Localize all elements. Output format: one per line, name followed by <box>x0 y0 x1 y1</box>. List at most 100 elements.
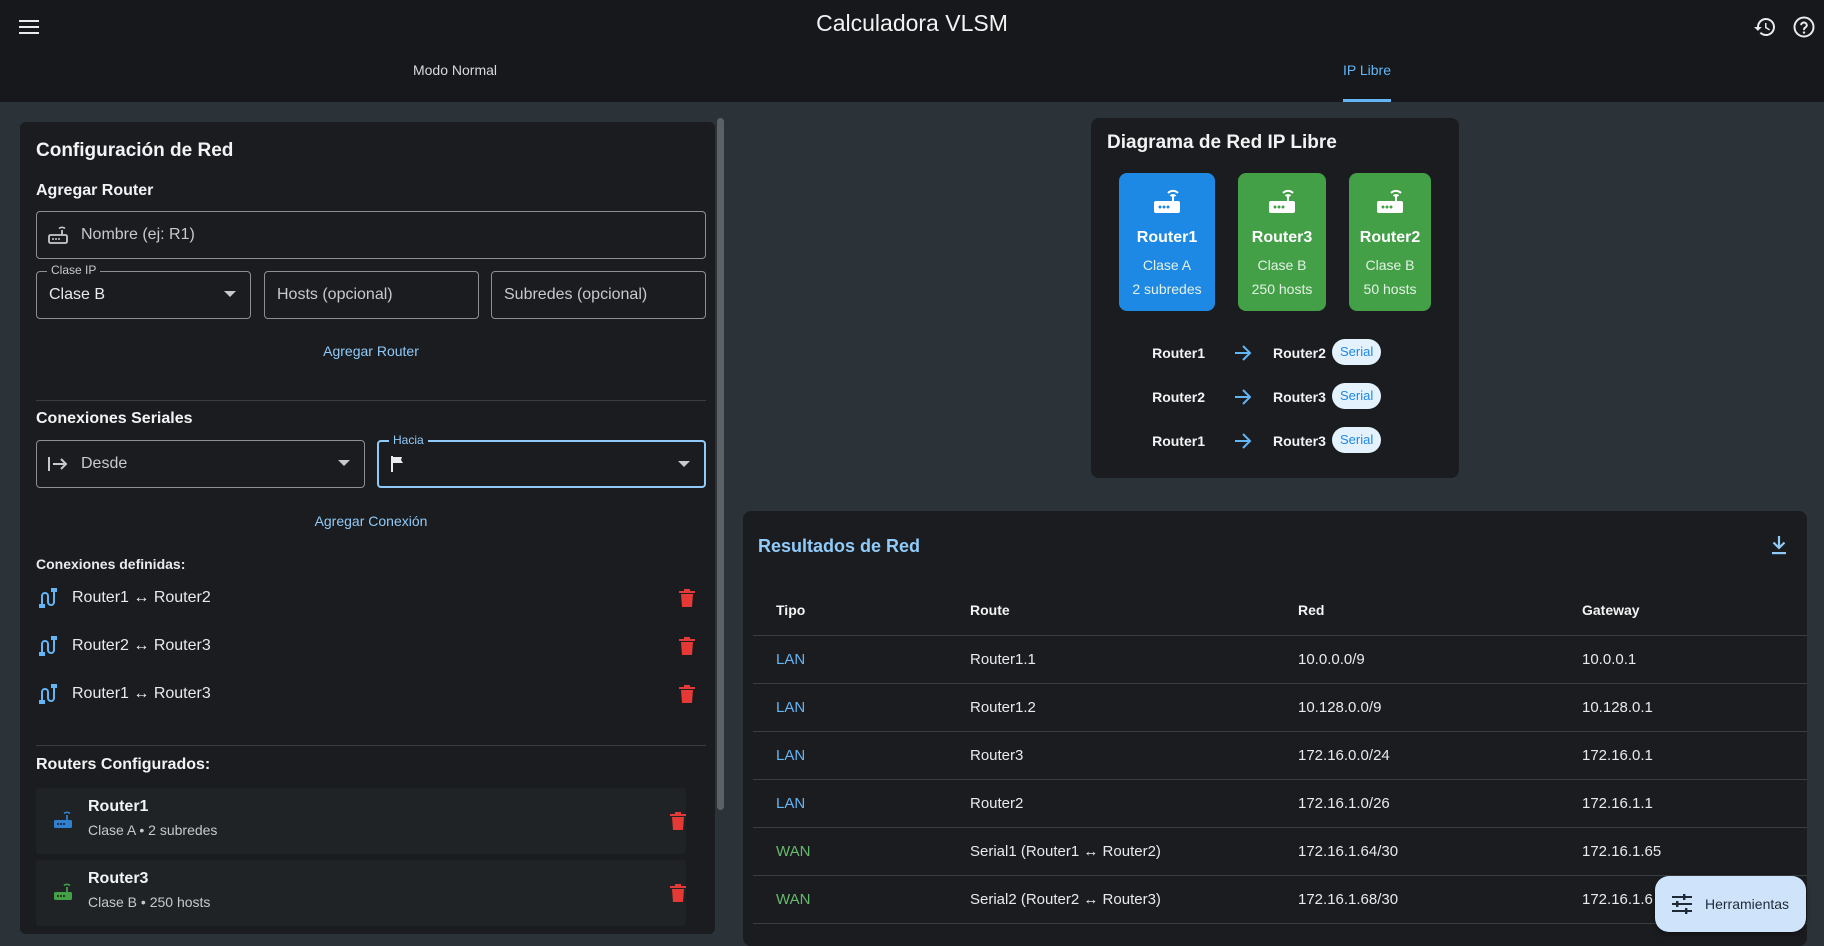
cell-network: 172.16.1.0/26 <box>1298 795 1390 812</box>
config-title: Configuración de Red <box>36 140 234 161</box>
delete-icon[interactable] <box>675 586 699 610</box>
cell-type: LAN <box>776 699 806 716</box>
link-type-chip: Serial <box>1332 339 1382 365</box>
ip-class-label: Clase IP <box>47 263 101 277</box>
add-connection-button[interactable]: Agregar Conexión <box>36 513 706 529</box>
divider <box>36 745 706 746</box>
ip-class-select[interactable]: Clase IP Clase B <box>36 263 251 319</box>
node-info: 50 hosts <box>1363 281 1417 297</box>
chevron-down-icon <box>338 460 350 466</box>
router-icon <box>52 810 74 835</box>
diagram-link: Router2 Router3 Serial <box>1091 383 1459 411</box>
table-row: WAN Serial2 (Router2 ↔ Router3) 172.16.1… <box>753 876 1807 924</box>
subnets-input[interactable]: Subredes (opcional) <box>491 271 706 319</box>
ip-class-value: Clase B <box>49 286 106 303</box>
network-diagram: Diagrama de Red IP Libre Router1 Clase A… <box>1091 118 1459 478</box>
link-from: Router2 <box>1152 389 1205 405</box>
to-select[interactable]: Hacia <box>377 433 706 488</box>
tools-fab-button[interactable]: Herramientas <box>1655 876 1806 932</box>
cell-gateway: 172.16.1.65 <box>1582 843 1662 860</box>
cell-gateway: 10.0.0.1 <box>1582 651 1637 668</box>
router-icon <box>1238 187 1326 215</box>
connection-text: Router2 ↔ Router3 <box>72 637 211 654</box>
results-title: Resultados de Red <box>758 536 921 556</box>
router-name-input[interactable]: Nombre (ej: R1) <box>36 211 706 259</box>
link-type-chip: Serial <box>1332 427 1382 453</box>
delete-icon[interactable] <box>675 682 699 706</box>
router-name: Router1 <box>88 798 149 815</box>
cell-type: WAN <box>776 891 811 908</box>
routers-configured-title: Routers Configurados: <box>36 756 211 773</box>
router-card: Router3 Clase B • 250 hosts <box>36 860 686 926</box>
login-icon <box>47 455 69 473</box>
hosts-input[interactable]: Hosts (opcional) <box>264 271 479 319</box>
header-red: Red <box>1298 602 1325 618</box>
hosts-placeholder: Hosts (opcional) <box>277 286 393 303</box>
cell-route: Router3 <box>970 747 1024 764</box>
router-name-placeholder: Nombre (ej: R1) <box>81 226 195 243</box>
link-from: Router1 <box>1152 345 1205 361</box>
connection-item: Router2 ↔ Router3 <box>36 626 706 666</box>
header-tipo: Tipo <box>776 602 806 618</box>
history-icon[interactable] <box>1751 13 1779 41</box>
divider <box>36 400 706 401</box>
cell-type: WAN <box>776 843 811 860</box>
defined-connections-title: Conexiones definidas: <box>36 556 186 572</box>
tools-fab-label: Herramientas <box>1705 896 1790 912</box>
diagram-title: Diagrama de Red IP Libre <box>1107 132 1337 153</box>
cell-gateway: 172.16.1.1 <box>1582 795 1653 812</box>
cable-icon <box>36 683 60 705</box>
help-icon[interactable] <box>1790 13 1818 41</box>
router-card: Router1 Clase A • 2 subredes <box>36 788 686 854</box>
cell-route: Serial2 (Router2 ↔ Router3) <box>970 891 1161 908</box>
table-row: LAN Router3 172.16.0.0/24 172.16.0.1 <box>753 732 1807 780</box>
router-detail: Clase A • 2 subredes <box>88 822 218 838</box>
node-name: Router3 <box>1251 229 1313 246</box>
node-info: 2 subredes <box>1132 281 1202 297</box>
node-name: Router1 <box>1136 229 1198 246</box>
arrow-right-icon <box>1233 344 1253 367</box>
tune-icon <box>1671 894 1693 914</box>
delete-icon[interactable] <box>666 881 690 905</box>
cell-network: 172.16.0.0/24 <box>1298 747 1390 764</box>
table-row: LAN Router2 172.16.1.0/26 172.16.1.1 <box>753 780 1807 828</box>
cell-network: 172.16.1.64/30 <box>1298 843 1399 860</box>
connection-item: Router1 ↔ Router3 <box>36 674 706 714</box>
from-select[interactable]: Desde <box>36 440 365 488</box>
cell-network: 10.0.0.0/9 <box>1298 651 1365 668</box>
diagram-node-router3[interactable]: Router3 Clase B 250 hosts <box>1238 173 1326 311</box>
from-placeholder: Desde <box>81 455 128 472</box>
node-class: Clase B <box>1365 257 1415 273</box>
link-to: Router3 <box>1273 389 1326 405</box>
diagram-node-router1[interactable]: Router1 Clase A 2 subredes <box>1119 173 1215 311</box>
add-router-title: Agregar Router <box>36 182 154 199</box>
header-route: Route <box>970 602 1010 618</box>
config-panel: Configuración de Red Agregar Router Nomb… <box>20 122 715 934</box>
cell-gateway: 172.16.1.6 <box>1582 891 1653 908</box>
router-icon <box>52 882 74 907</box>
active-tab-indicator <box>1343 99 1391 102</box>
table-header: Tipo Route Red Gateway <box>753 586 1807 636</box>
table-row: LAN Router1.2 10.128.0.0/9 10.128.0.1 <box>753 684 1807 732</box>
cell-network: 10.128.0.0/9 <box>1298 699 1382 716</box>
cell-route: Router1.1 <box>970 651 1036 668</box>
panel-scrollbar[interactable] <box>717 118 724 810</box>
tab-ip-libre[interactable]: IP Libre <box>1267 62 1467 102</box>
link-to: Router2 <box>1273 345 1326 361</box>
connection-text: Router1 ↔ Router2 <box>72 589 211 606</box>
serial-title: Conexiones Seriales <box>36 410 193 427</box>
node-class: Clase A <box>1142 257 1192 273</box>
delete-icon[interactable] <box>675 634 699 658</box>
table-row: WAN Serial1 (Router1 ↔ Router2) 172.16.1… <box>753 828 1807 876</box>
cell-type: LAN <box>776 651 806 668</box>
router-icon <box>47 225 69 245</box>
diagram-link: Router1 Router3 Serial <box>1091 427 1459 455</box>
cell-gateway: 172.16.0.1 <box>1582 747 1653 764</box>
download-icon[interactable] <box>1770 535 1788 560</box>
diagram-node-router2[interactable]: Router2 Clase B 50 hosts <box>1349 173 1431 311</box>
arrow-right-icon <box>1233 388 1253 411</box>
tab-modo-normal[interactable]: Modo Normal <box>355 62 555 102</box>
delete-icon[interactable] <box>666 809 690 833</box>
cable-icon <box>36 635 60 657</box>
add-router-button[interactable]: Agregar Router <box>36 343 706 359</box>
